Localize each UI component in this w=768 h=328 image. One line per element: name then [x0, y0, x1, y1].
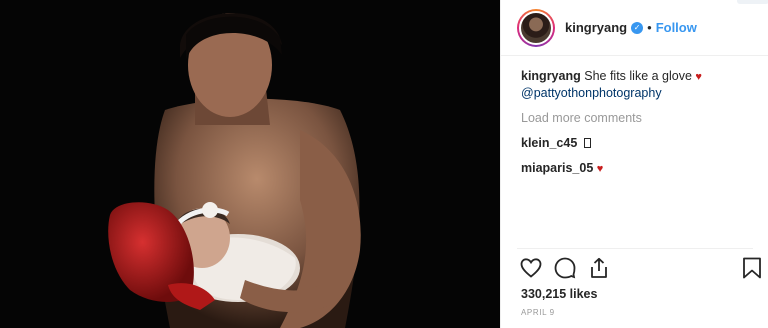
action-bar: [519, 256, 768, 282]
bookmark-icon[interactable]: [741, 256, 763, 280]
unrendered-emoji-icon: [583, 138, 591, 148]
post-photo[interactable]: [0, 0, 500, 328]
comment-username[interactable]: miaparis_05: [521, 161, 593, 175]
avatar[interactable]: [519, 10, 553, 45]
post-side-panel: kingryang ✓ • Follow kingryang She fits …: [500, 0, 768, 328]
actions-divider: [517, 248, 753, 249]
comment-username[interactable]: klein_c45: [521, 136, 577, 150]
red-heart-emoji-icon: ♥: [596, 163, 604, 175]
load-more-comments-button[interactable]: Load more comments: [521, 110, 761, 126]
caption-text: She fits like a glove: [584, 69, 692, 83]
comment-item: miaparis_05 ♥: [521, 160, 761, 177]
post-date[interactable]: APRIL 9: [521, 308, 555, 317]
photo-illustration: [108, 13, 361, 328]
verified-badge-icon: ✓: [631, 21, 644, 34]
comment-item: klein_c45: [521, 135, 761, 151]
comment-bubble-icon[interactable]: [553, 256, 577, 280]
share-icon[interactable]: [587, 256, 611, 280]
caption-username[interactable]: kingryang: [521, 69, 581, 83]
caption-mention-link[interactable]: @pattyothonphotography: [521, 85, 761, 101]
follow-button[interactable]: Follow: [656, 20, 697, 35]
likes-count[interactable]: 330,215 likes: [521, 287, 597, 301]
heart-outline-icon[interactable]: [519, 256, 543, 280]
avatar-story-ring[interactable]: [517, 8, 555, 47]
comments-section: kingryang She fits like a glove ♥ @patty…: [521, 68, 761, 177]
caption: kingryang She fits like a glove ♥ @patty…: [521, 68, 761, 101]
header-username[interactable]: kingryang: [565, 20, 627, 35]
header-separator: •: [647, 20, 652, 35]
post-header: kingryang ✓ • Follow: [501, 0, 768, 56]
red-heart-emoji-icon: ♥: [695, 71, 702, 83]
